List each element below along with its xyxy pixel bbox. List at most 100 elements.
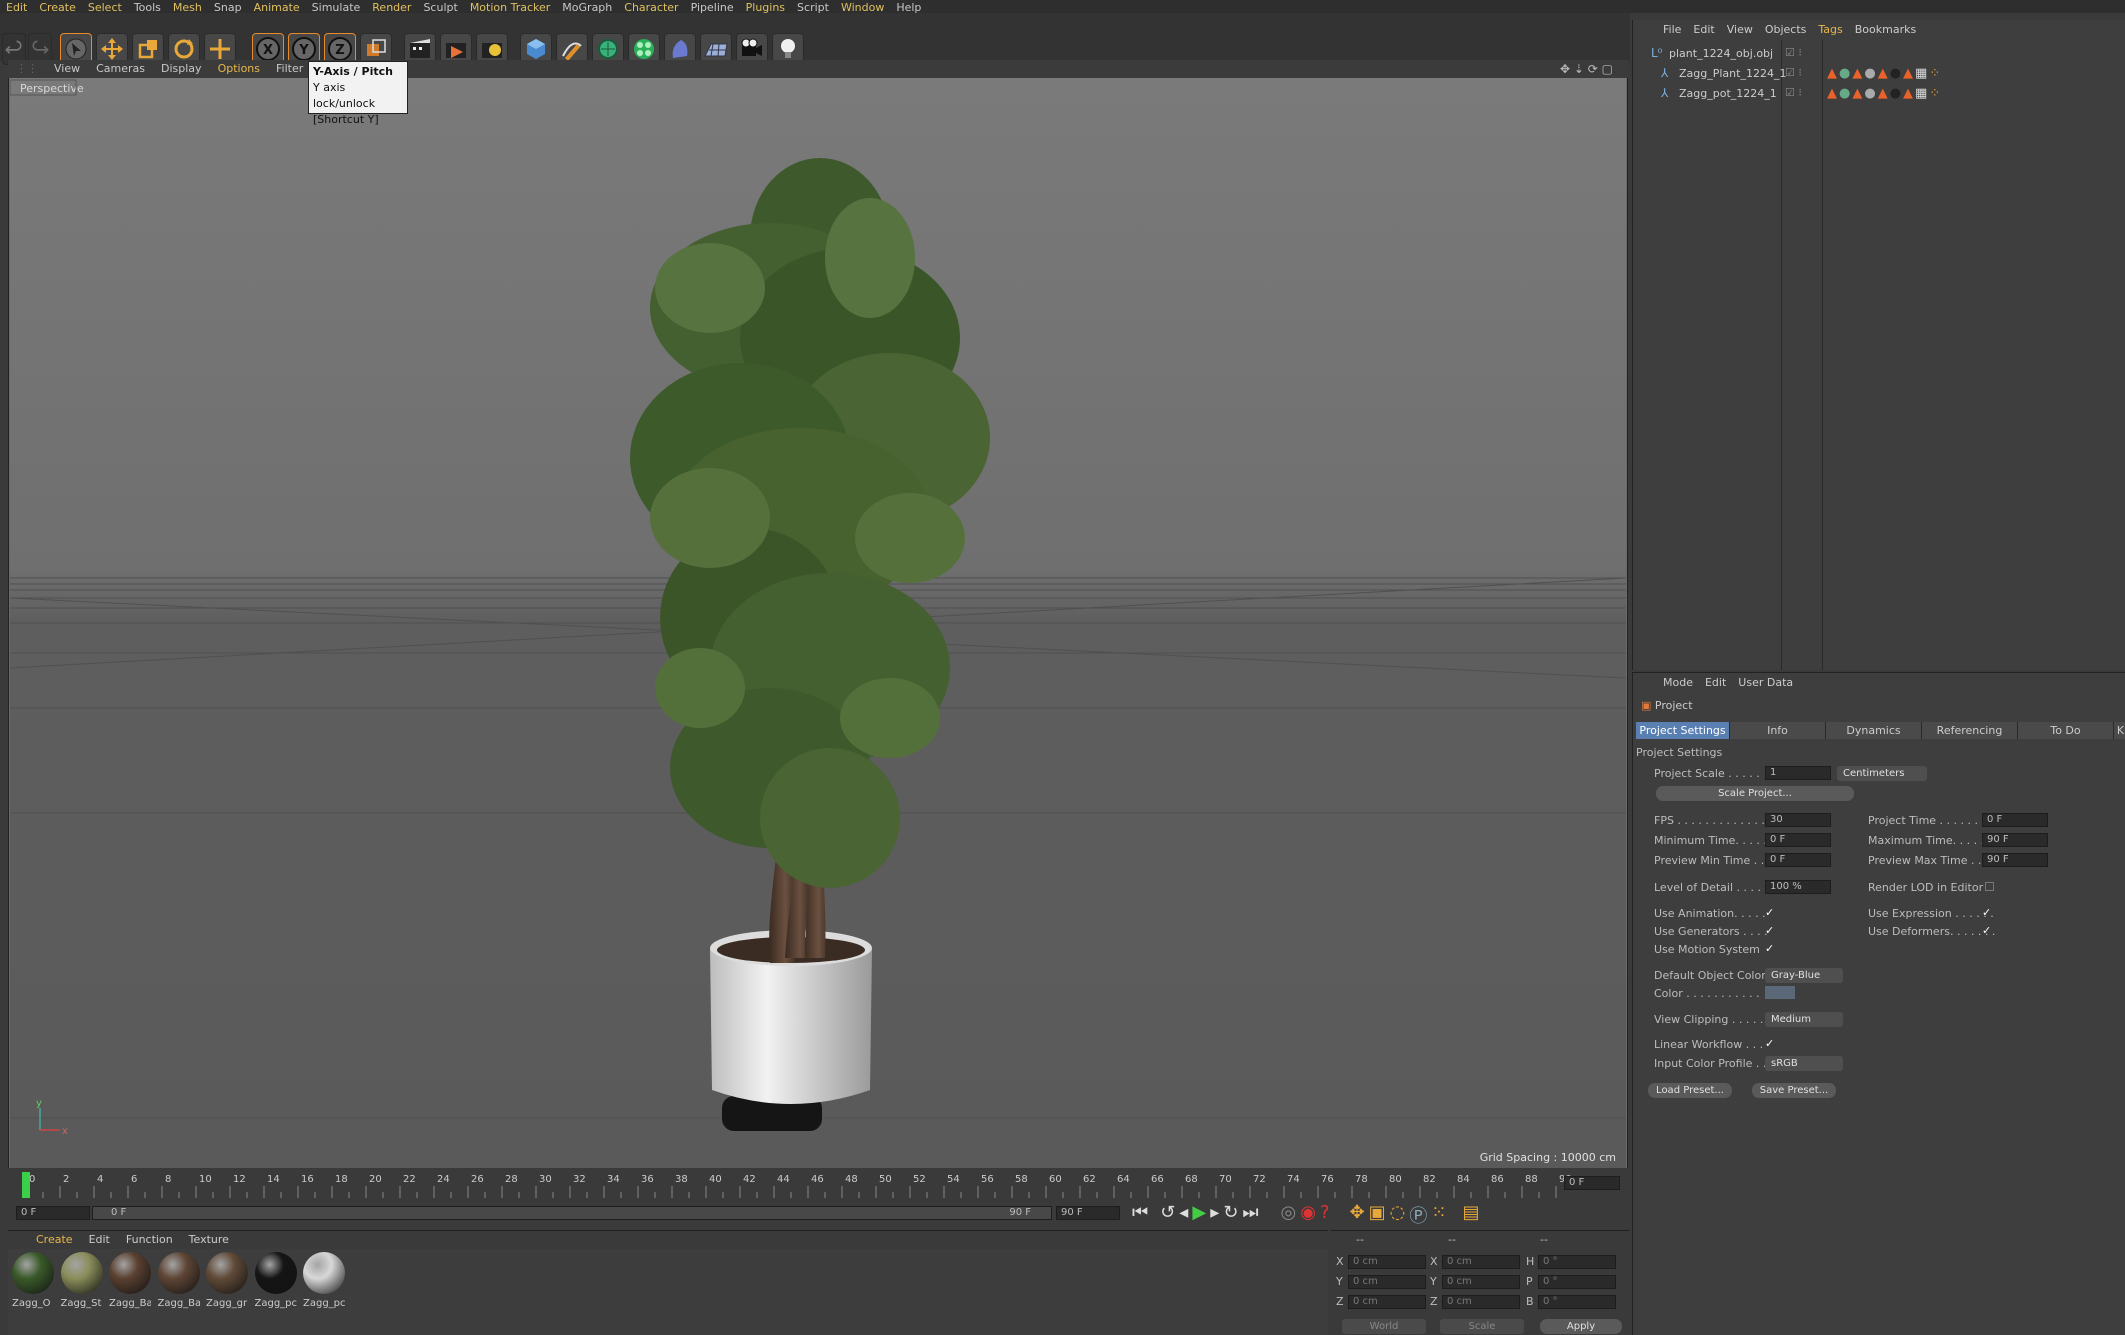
material-menu-create[interactable]: Create (28, 1231, 81, 1249)
object-row[interactable]: ⅄ Zagg_pot_1224_1 ☑ ⁝ ▲●▲●▲●▲▦⁘ (1633, 86, 2123, 104)
start-frame-field[interactable]: 0 F (16, 1206, 90, 1220)
coord-field[interactable]: 0 ° (1538, 1255, 1616, 1269)
coord-field[interactable]: 0 cm (1442, 1295, 1520, 1309)
linear-workflow-checkbox[interactable]: ✓ (1765, 1038, 1776, 1049)
material-menu-function[interactable]: Function (118, 1231, 181, 1249)
material-tags[interactable]: ▲●▲●▲●▲▦⁘ (1827, 86, 1942, 101)
end-frame-field[interactable]: 90 F (1056, 1206, 1120, 1220)
input-profile-dropdown[interactable]: sRGB (1765, 1056, 1843, 1071)
viewport-menu-view[interactable]: View (46, 60, 88, 78)
loop-back-icon[interactable]: ↺ (1160, 1202, 1175, 1228)
key-pla-icon[interactable]: ⁙ (1431, 1202, 1446, 1228)
material-swatch[interactable] (109, 1252, 151, 1294)
coords-scale-dropdown[interactable]: Scale (1440, 1319, 1524, 1334)
timeline-window-icon[interactable]: ▤ (1462, 1202, 1479, 1228)
use-deformers-checkbox[interactable]: ✓ (1982, 925, 1993, 936)
keyframe-help-icon[interactable]: ? (1320, 1202, 1330, 1228)
material-swatch[interactable] (303, 1252, 345, 1294)
coords-world-dropdown[interactable]: World (1342, 1319, 1426, 1334)
use-generators-checkbox[interactable]: ✓ (1765, 925, 1776, 936)
load-preset-button[interactable]: Load Preset... (1648, 1083, 1732, 1098)
viewport-scene[interactable]: y x Perspective Grid Spacing : 10000 cm (10, 78, 1626, 1168)
coord-field[interactable]: 0 cm (1348, 1255, 1426, 1269)
visibility-toggle-icon[interactable]: ☑ ⁝ (1785, 86, 1802, 99)
visibility-toggle-icon[interactable]: ☑ ⁝ (1785, 66, 1802, 79)
key-rotate-icon[interactable]: ◌ (1390, 1202, 1406, 1228)
material-swatch[interactable] (157, 1252, 200, 1294)
key-param-icon[interactable]: Ⓟ (1409, 1202, 1427, 1228)
go-to-start-icon[interactable]: ⏮ (1132, 1202, 1148, 1228)
playhead[interactable] (22, 1172, 30, 1198)
scale-project-button[interactable]: Scale Project... (1656, 786, 1854, 801)
object-menu-view[interactable]: View (1721, 20, 1759, 40)
project-scale-unit-dropdown[interactable]: Centimeters (1837, 766, 1927, 781)
material-swatch[interactable] (254, 1252, 297, 1294)
object-name[interactable]: Zagg_Plant_1224_1 (1679, 67, 1786, 80)
object-menu-file[interactable]: File (1657, 20, 1687, 40)
attribute-menu-user-data[interactable]: User Data (1732, 673, 1799, 693)
save-preset-button[interactable]: Save Preset... (1752, 1083, 1836, 1098)
material-menu-texture[interactable]: Texture (181, 1231, 237, 1249)
viewport-menu-filter[interactable]: Filter (268, 60, 311, 78)
use-motion-checkbox[interactable]: ✓ (1765, 943, 1776, 954)
tab-to-do[interactable]: To Do (2018, 722, 2114, 739)
record-icon[interactable]: ◎ (1281, 1202, 1297, 1228)
attribute-menu-mode[interactable]: Mode (1657, 673, 1699, 693)
preview-min-field[interactable]: 0 F (1765, 853, 1831, 867)
viewport-menu-options[interactable]: Options (210, 60, 268, 78)
lod-field[interactable]: 100 % (1765, 880, 1831, 894)
visibility-toggle-icon[interactable]: ☑ ⁝ (1785, 46, 1802, 59)
timeline-ticks[interactable]: 0 2 4 6 8 10 12 14 16 18 20 22 24 26 28 30 32 34 36 38 40 42 4… (8, 1168, 1628, 1200)
object-menu-objects[interactable]: Objects (1759, 20, 1813, 40)
object-row[interactable]: L⁰ plant_1224_obj.obj ☑ ⁝ (1633, 46, 2123, 64)
fps-field[interactable]: 30 (1765, 813, 1831, 827)
color-swatch[interactable] (1765, 986, 1795, 999)
coord-field[interactable]: 0 cm (1348, 1275, 1426, 1289)
coord-field[interactable]: 0 cm (1442, 1255, 1520, 1269)
use-animation-checkbox[interactable]: ✓ (1765, 907, 1776, 918)
material-menu-edit[interactable]: Edit (81, 1231, 118, 1249)
viewport-menu-display[interactable]: Display (153, 60, 210, 78)
tab-k[interactable]: K (2114, 722, 2125, 739)
object-menu-tags[interactable]: Tags (1812, 20, 1848, 40)
viewport-nav-icons[interactable]: ✥ ⇣ ⟳ ▢ (1560, 62, 1613, 76)
tab-referencing[interactable]: Referencing (1922, 722, 2018, 739)
material-swatch[interactable] (12, 1252, 54, 1294)
key-move-icon[interactable]: ✥ (1350, 1202, 1365, 1228)
preview-range-slider[interactable]: 0 F 90 F (92, 1206, 1052, 1220)
autokey-icon[interactable]: ◉ (1300, 1202, 1316, 1228)
key-scale-icon[interactable]: ▣ (1369, 1202, 1386, 1228)
object-menu-edit[interactable]: Edit (1687, 20, 1720, 40)
view-clipping-dropdown[interactable]: Medium (1765, 1012, 1843, 1027)
material-swatch[interactable] (60, 1252, 103, 1294)
default-color-dropdown[interactable]: Gray-Blue (1765, 968, 1843, 983)
tab-project-settings[interactable]: Project Settings (1636, 722, 1730, 739)
coord-field[interactable]: 0 cm (1442, 1275, 1520, 1289)
attribute-menu-edit[interactable]: Edit (1699, 673, 1732, 693)
material-tags[interactable]: ▲●▲●▲●▲▦⁘ (1827, 66, 1942, 81)
object-name[interactable]: Zagg_pot_1224_1 (1679, 87, 1777, 100)
loop-forward-icon[interactable]: ↻ (1223, 1202, 1238, 1228)
max-time-field[interactable]: 90 F (1982, 833, 2048, 847)
min-time-field[interactable]: 0 F (1765, 833, 1831, 847)
object-menu-bookmarks[interactable]: Bookmarks (1849, 20, 1922, 40)
coord-field[interactable]: 0 ° (1538, 1275, 1616, 1289)
next-frame-icon[interactable]: ▸ (1210, 1202, 1219, 1228)
coord-field[interactable]: 0 ° (1538, 1295, 1616, 1309)
tab-info[interactable]: Info (1730, 722, 1826, 739)
project-time-field[interactable]: 0 F (1982, 813, 2048, 827)
prev-frame-icon[interactable]: ◂ (1179, 1202, 1188, 1228)
object-row[interactable]: ⅄ Zagg_Plant_1224_1 ☑ ⁝ ▲●▲●▲●▲▦⁘ (1633, 66, 2123, 84)
preview-max-field[interactable]: 90 F (1982, 853, 2048, 867)
tab-dynamics[interactable]: Dynamics (1826, 722, 1922, 739)
render-lod-checkbox[interactable] (1985, 882, 1994, 891)
coords-apply-button[interactable]: Apply (1540, 1319, 1622, 1334)
viewport-menu-cameras[interactable]: Cameras (88, 60, 153, 78)
object-name[interactable]: plant_1224_obj.obj (1669, 47, 1773, 60)
play-icon[interactable]: ▶ (1192, 1202, 1206, 1228)
use-expression-checkbox[interactable]: ✓ (1982, 907, 1993, 918)
project-scale-field[interactable]: 1 (1765, 766, 1831, 780)
go-to-end-icon[interactable]: ⏭ (1242, 1202, 1258, 1228)
current-frame-field[interactable]: 0 F (1564, 1176, 1620, 1190)
material-swatch[interactable] (206, 1252, 248, 1294)
